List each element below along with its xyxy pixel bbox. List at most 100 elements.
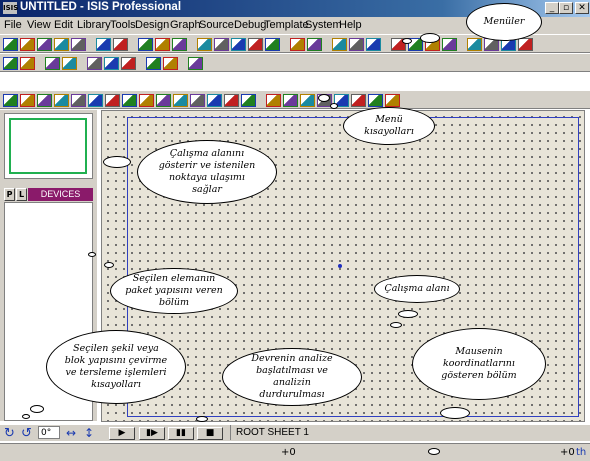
menu-help[interactable]: Help: [339, 19, 362, 31]
junction-icon[interactable]: [37, 94, 52, 107]
menu-file[interactable]: File: [4, 19, 22, 31]
status-bar: +0 +0 th: [0, 443, 590, 461]
zoom-in-icon[interactable]: [214, 38, 229, 51]
text-script-icon[interactable]: [71, 94, 86, 107]
rotation-angle-field[interactable]: 0°: [38, 426, 60, 439]
bill-of-materials-icon[interactable]: [146, 57, 161, 70]
menu-template[interactable]: Template: [264, 19, 309, 31]
voltage-probe-icon[interactable]: [207, 94, 222, 107]
zoom-all-icon[interactable]: [248, 38, 263, 51]
callout-rotation-shortcuts: Seçilen şekil veya blok yapısını çevirme…: [46, 330, 186, 404]
stop-button[interactable]: ■: [197, 427, 223, 440]
box-icon[interactable]: [283, 94, 298, 107]
export-icon[interactable]: [71, 38, 86, 51]
wire-label-icon[interactable]: [54, 94, 69, 107]
netlist-to-ares-icon[interactable]: [188, 57, 203, 70]
callout-bubble: [22, 414, 30, 419]
redo-icon[interactable]: [307, 38, 322, 51]
remove-sheet-icon[interactable]: [87, 57, 102, 70]
menu-library[interactable]: Library: [77, 19, 111, 31]
mirror-y-icon[interactable]: ↕: [84, 426, 94, 440]
menu-edit[interactable]: Edit: [54, 19, 73, 31]
current-probe-icon[interactable]: [224, 94, 239, 107]
callout-bubble: [88, 252, 96, 257]
bus-icon[interactable]: [88, 94, 103, 107]
import-icon[interactable]: [54, 38, 69, 51]
menu-view[interactable]: View: [27, 19, 51, 31]
play-button[interactable]: ▶: [109, 427, 135, 440]
close-button[interactable]: ✕: [575, 2, 589, 14]
menu-graph[interactable]: Graph: [170, 19, 201, 31]
restore-button[interactable]: ▫: [559, 2, 573, 14]
step-button[interactable]: ▮▶: [139, 427, 165, 440]
undo-icon[interactable]: [290, 38, 305, 51]
marker-icon[interactable]: [385, 94, 400, 107]
device-pin-icon[interactable]: [139, 94, 154, 107]
virtual-instrument-icon[interactable]: [241, 94, 256, 107]
zoom-area-icon[interactable]: [265, 38, 280, 51]
callout-work-area-text: Çalışma alanı: [384, 283, 450, 294]
menu-source[interactable]: Source: [199, 19, 234, 31]
toolbar-gap: [0, 72, 590, 90]
property-tool-icon[interactable]: [45, 57, 60, 70]
paste-icon[interactable]: [366, 38, 381, 51]
callout-menu-shortcuts: Menü kısayolları: [343, 107, 435, 145]
pan-icon[interactable]: [197, 38, 212, 51]
menu-debug[interactable]: Debug: [234, 19, 266, 31]
text-icon[interactable]: [351, 94, 366, 107]
origin-icon[interactable]: [172, 38, 187, 51]
terminal-icon[interactable]: [122, 94, 137, 107]
mirror-x-icon[interactable]: ↔: [66, 426, 76, 440]
menu-system[interactable]: System: [305, 19, 342, 31]
component-icon[interactable]: [20, 94, 35, 107]
zoom-out-icon[interactable]: [231, 38, 246, 51]
decompose-icon[interactable]: [518, 38, 533, 51]
callout-rotation-shortcuts-text: Seçilen şekil veya blok yapısını çevirme…: [64, 343, 168, 390]
origin-marker: [338, 264, 342, 268]
callout-menus-text: Menüler: [483, 16, 525, 27]
symbol-icon[interactable]: [368, 94, 383, 107]
library-manager-button[interactable]: L: [16, 188, 27, 201]
pick-device-icon[interactable]: [467, 38, 482, 51]
tape-recorder-icon[interactable]: [173, 94, 188, 107]
pick-from-library-button[interactable]: P: [4, 188, 15, 201]
callout-simulation-text: Devrenin analize başlatılması ve analizi…: [251, 353, 333, 400]
rotate-anticlockwise-icon[interactable]: ↺: [21, 426, 32, 441]
subcircuit-icon[interactable]: [105, 94, 120, 107]
exit-to-parent-icon[interactable]: [104, 57, 119, 70]
rotate-clockwise-icon[interactable]: ↻: [4, 426, 15, 441]
save-icon[interactable]: [37, 38, 52, 51]
menu-design[interactable]: Design: [135, 19, 169, 31]
line-icon[interactable]: [266, 94, 281, 107]
callout-bubble: [30, 405, 44, 413]
callout-bubble: [428, 448, 440, 455]
sheet-label: ROOT SHEET 1: [236, 427, 309, 438]
grid-icon[interactable]: [155, 38, 170, 51]
copy-icon[interactable]: [349, 38, 364, 51]
menu-tools[interactable]: Tools: [110, 19, 136, 31]
print-icon[interactable]: [96, 38, 111, 51]
electrical-rule-check-icon[interactable]: [163, 57, 178, 70]
open-icon[interactable]: [20, 38, 35, 51]
callout-coordinates-text: Mausenin koordinatlarını gösteren bölüm: [441, 346, 517, 381]
zoom-child-icon[interactable]: [121, 57, 136, 70]
minimize-button[interactable]: _: [545, 2, 559, 14]
print-area-icon[interactable]: [113, 38, 128, 51]
new-icon[interactable]: [3, 38, 18, 51]
cut-icon[interactable]: [332, 38, 347, 51]
isis-app-icon[interactable]: ISIS: [3, 2, 18, 14]
callout-bubble: [103, 156, 131, 168]
graph-icon[interactable]: [156, 94, 171, 107]
circle-icon[interactable]: [300, 94, 315, 107]
selection-icon[interactable]: [3, 94, 18, 107]
block-delete-icon[interactable]: [442, 38, 457, 51]
refresh-icon[interactable]: [138, 38, 153, 51]
search-icon[interactable]: [20, 57, 35, 70]
generator-icon[interactable]: [190, 94, 205, 107]
callout-bubble: [402, 38, 412, 44]
wire-autorouter-icon[interactable]: [3, 57, 18, 70]
callout-bubble: [390, 322, 402, 328]
new-sheet-icon[interactable]: [62, 57, 77, 70]
callout-bubble: [420, 33, 440, 43]
pause-button[interactable]: ▮▮: [168, 427, 194, 440]
